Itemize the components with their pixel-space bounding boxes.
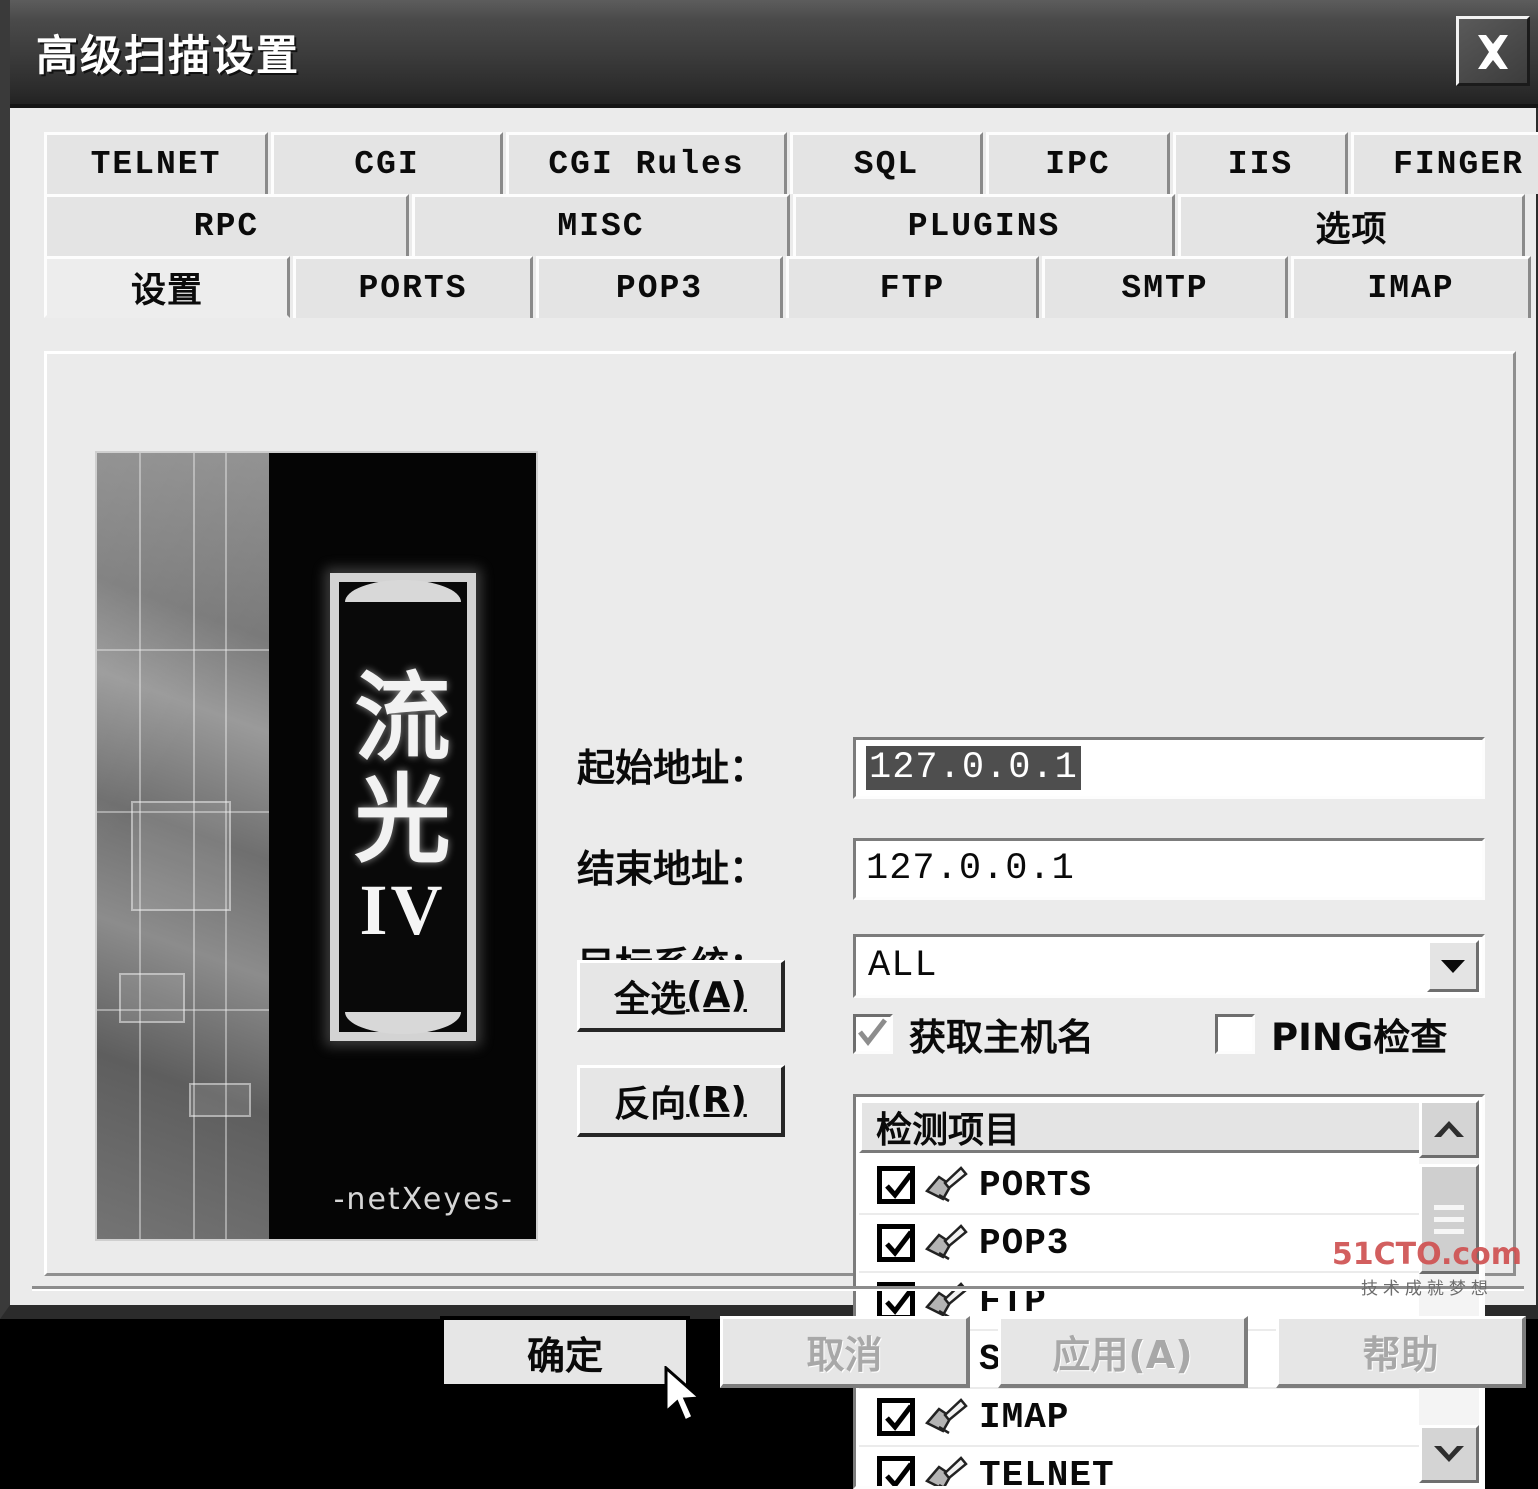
tab-row-2: RPCMISCPLUGINS选项 bbox=[44, 194, 1516, 256]
tab--[interactable]: 选项 bbox=[1178, 194, 1525, 256]
list-item[interactable]: POP3 bbox=[859, 1215, 1422, 1273]
chevron-down-icon bbox=[1440, 958, 1466, 974]
scrollbar-thumb[interactable] bbox=[1419, 1164, 1479, 1274]
tab-smtp[interactable]: SMTP bbox=[1042, 256, 1288, 318]
logo-plate-area: 流 光 IV -netXeyes- bbox=[269, 453, 536, 1239]
scan-item-icon bbox=[923, 1165, 969, 1205]
tab-cgi[interactable]: CGI bbox=[271, 132, 503, 194]
start-address-label: 起始地址： bbox=[577, 737, 767, 792]
list-item-label: POP3 bbox=[979, 1223, 1069, 1264]
get-hostname-checkbox[interactable] bbox=[853, 1014, 893, 1054]
logo-background-texture bbox=[97, 453, 269, 1239]
end-address-label: 结束地址： bbox=[577, 838, 767, 893]
invert-accelerator: (R) bbox=[686, 1080, 747, 1121]
checkmark-icon bbox=[884, 1462, 914, 1486]
apply-button[interactable]: 应用(A) bbox=[998, 1316, 1248, 1388]
select-all-button[interactable]: 全选(A) bbox=[577, 960, 785, 1032]
scan-item-icon bbox=[923, 1223, 969, 1263]
tab-ports[interactable]: PORTS bbox=[293, 256, 533, 318]
get-hostname-label: 获取主机名 bbox=[909, 1007, 1094, 1061]
ok-button[interactable]: 确定 bbox=[440, 1316, 690, 1388]
tab-ipc[interactable]: IPC bbox=[986, 132, 1170, 194]
invert-label: 反向 bbox=[614, 1075, 686, 1127]
ping-check-checkbox-row[interactable]: PING检查 bbox=[1215, 1007, 1447, 1061]
scan-items-listbox[interactable]: 检测项目 PORTSPOP3FTPSMTPIMAPTELNET bbox=[853, 1094, 1485, 1489]
help-button[interactable]: 帮助 bbox=[1276, 1316, 1526, 1388]
product-logo-image: 流 光 IV -netXeyes- bbox=[95, 451, 538, 1241]
tab-cgi-rules[interactable]: CGI Rules bbox=[506, 132, 787, 194]
chevron-down-icon bbox=[1432, 1443, 1466, 1465]
target-system-select[interactable]: ALL bbox=[853, 934, 1485, 998]
tab-pop3[interactable]: POP3 bbox=[536, 256, 783, 318]
select-all-accelerator: (A) bbox=[686, 975, 747, 1016]
logo-version: IV bbox=[359, 874, 445, 946]
tab-rpc[interactable]: RPC bbox=[44, 194, 409, 256]
start-address-row: 起始地址： bbox=[577, 737, 767, 792]
chevron-up-icon bbox=[1432, 1118, 1466, 1140]
tab-imap[interactable]: IMAP bbox=[1291, 256, 1531, 318]
logo-plate: 流 光 IV bbox=[330, 573, 476, 1041]
close-button[interactable] bbox=[1456, 16, 1530, 86]
footer-separator bbox=[32, 1286, 1524, 1291]
tab-finger[interactable]: FINGER bbox=[1351, 132, 1538, 194]
logo-char-guang: 光 bbox=[355, 770, 451, 872]
list-item[interactable]: TELNET bbox=[859, 1447, 1422, 1486]
select-all-label: 全选 bbox=[614, 970, 686, 1022]
tab-row-3: 设置PORTSPOP3FTPSMTPIMAP bbox=[44, 256, 1516, 318]
end-address-row: 结束地址： bbox=[577, 838, 767, 893]
scan-item-icon bbox=[923, 1455, 969, 1486]
invert-selection-button[interactable]: 反向(R) bbox=[577, 1065, 785, 1137]
tab--[interactable]: 设置 bbox=[44, 256, 290, 318]
combo-dropdown-button[interactable] bbox=[1427, 940, 1479, 992]
tab-strip: TELNETCGICGI RulesSQLIPCIISFINGER RPCMIS… bbox=[44, 132, 1516, 320]
tab-row-1: TELNETCGICGI RulesSQLIPCIISFINGER bbox=[44, 132, 1516, 194]
list-item-checkbox[interactable] bbox=[877, 1166, 915, 1204]
checkmark-icon bbox=[884, 1172, 914, 1202]
tab-ftp[interactable]: FTP bbox=[786, 256, 1039, 318]
tab-telnet[interactable]: TELNET bbox=[44, 132, 268, 194]
checkmark-icon bbox=[884, 1230, 914, 1260]
close-x-icon bbox=[1468, 27, 1518, 77]
tab-plugins[interactable]: PLUGINS bbox=[793, 194, 1175, 256]
advanced-scan-settings-dialog: 高级扫描设置 TELNETCGICGI RulesSQLIPCIISFINGER… bbox=[0, 0, 1538, 1319]
listbox-column-header[interactable]: 检测项目 bbox=[859, 1100, 1422, 1153]
listbox-vertical-scrollbar[interactable] bbox=[1419, 1100, 1479, 1483]
end-address-input[interactable]: 127.0.0.1 bbox=[853, 838, 1485, 900]
ping-check-checkbox[interactable] bbox=[1215, 1014, 1255, 1054]
target-system-value: ALL bbox=[868, 937, 938, 995]
start-address-input[interactable]: 127.0.0.1 bbox=[853, 737, 1485, 799]
ping-check-label: PING检查 bbox=[1271, 1007, 1447, 1061]
list-item-label: PORTS bbox=[979, 1165, 1092, 1206]
checkmark-icon bbox=[856, 1017, 890, 1051]
list-item[interactable]: PORTS bbox=[859, 1157, 1422, 1215]
tab-misc[interactable]: MISC bbox=[412, 194, 790, 256]
dialog-client-area: TELNETCGICGI RulesSQLIPCIISFINGER RPCMIS… bbox=[20, 108, 1536, 1305]
get-hostname-checkbox-row[interactable]: 获取主机名 bbox=[853, 1007, 1094, 1061]
window-title: 高级扫描设置 bbox=[36, 22, 300, 83]
tab-sql[interactable]: SQL bbox=[790, 132, 983, 194]
list-item-checkbox[interactable] bbox=[877, 1456, 915, 1486]
title-bar: 高级扫描设置 bbox=[10, 0, 1538, 108]
end-address-value: 127.0.0.1 bbox=[866, 848, 1075, 890]
logo-signature: -netXeyes- bbox=[334, 1182, 514, 1217]
scroll-down-button[interactable] bbox=[1419, 1425, 1479, 1483]
list-item-label: TELNET bbox=[979, 1455, 1115, 1487]
logo-char-liu: 流 bbox=[355, 668, 451, 770]
scroll-up-button[interactable] bbox=[1419, 1100, 1479, 1158]
tab-iis[interactable]: IIS bbox=[1173, 132, 1348, 194]
start-address-value: 127.0.0.1 bbox=[866, 746, 1081, 790]
dialog-footer: 确定 取消 应用(A) 帮助 bbox=[30, 1294, 1538, 1413]
settings-tab-panel: 流 光 IV -netXeyes- 起始地址： 127.0.0.1 结束地址： … bbox=[44, 351, 1516, 1276]
cancel-button[interactable]: 取消 bbox=[720, 1316, 970, 1388]
list-item-checkbox[interactable] bbox=[877, 1224, 915, 1262]
